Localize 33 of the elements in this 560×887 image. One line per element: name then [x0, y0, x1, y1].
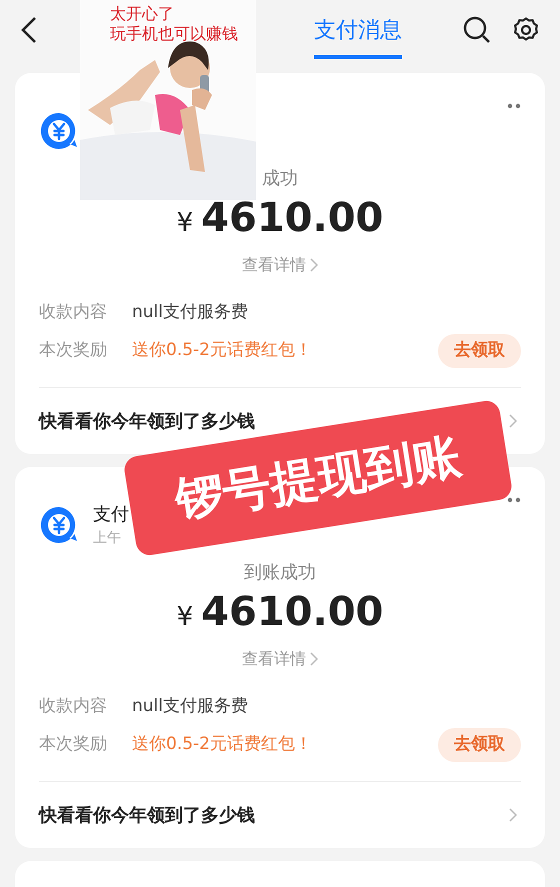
row-value: null支付服务费: [132, 695, 249, 718]
details-link[interactable]: 查看详情: [242, 647, 318, 671]
chevron-right-icon: [310, 652, 318, 666]
row-label: 收款内容: [39, 695, 108, 718]
status-text: 成功: [262, 167, 298, 191]
more-icon[interactable]: [507, 497, 521, 503]
amount-text: 4610.00: [201, 592, 384, 632]
status-text: 到账成功: [244, 561, 316, 585]
row-value: 送你0.5-2元话费红包！: [132, 733, 313, 756]
chevron-right-icon: [509, 808, 517, 822]
row-value: 送你0.5-2元话费红包！: [132, 339, 313, 362]
search-icon[interactable]: [462, 15, 492, 45]
message-time: 上午: [93, 529, 122, 548]
claim-button[interactable]: 去领取: [438, 728, 521, 762]
claim-button[interactable]: 去领取: [438, 334, 521, 368]
more-icon[interactable]: [507, 103, 521, 109]
row-label: 本次奖励: [39, 339, 108, 362]
currency-sign: ¥: [176, 207, 194, 240]
tab[interactable]: 支付消息: [314, 1, 402, 59]
amount-text: 4610.00: [201, 198, 384, 238]
back-icon[interactable]: [20, 16, 38, 44]
caption-text: 玩手机也可以赚钱: [110, 24, 238, 44]
row-value: null支付服务费: [132, 301, 249, 324]
row-label: 收款内容: [39, 301, 108, 324]
details-link[interactable]: 查看详情: [242, 253, 318, 277]
row-label: 本次奖励: [39, 733, 108, 756]
caption-text: 太开心了: [110, 4, 175, 24]
currency-sign: ¥: [176, 601, 194, 634]
chevron-right-icon: [509, 414, 517, 428]
chevron-right-icon: [310, 258, 318, 272]
yuan-chat-icon: [39, 505, 79, 545]
yuan-chat-icon: [39, 111, 79, 151]
footer-link[interactable]: 快看看你今年领到了多少钱: [39, 802, 255, 828]
